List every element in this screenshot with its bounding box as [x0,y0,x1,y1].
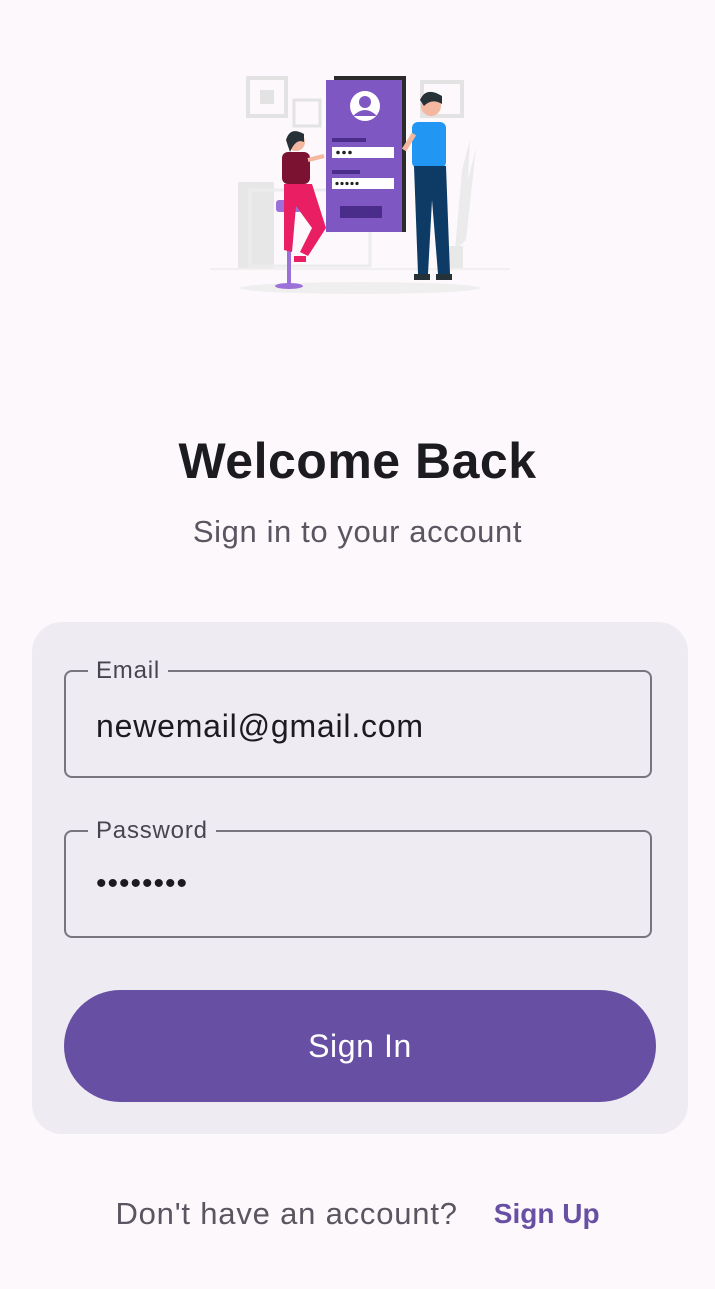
phone-dot [348,150,352,155]
floor-shadow [240,282,480,294]
frame-decoration [260,90,274,104]
man-shirt [412,122,446,168]
phone-button [340,206,382,218]
phone-input-box [332,147,394,158]
password-field-value[interactable]: •••••••• [96,864,188,904]
phone-label-line [332,170,360,174]
phone-dot [336,150,340,155]
sign-in-button[interactable]: Sign In [64,990,656,1102]
phone-dot [340,181,344,186]
phone-dot [342,150,346,155]
login-card: Email newemail@gmail.com Password ••••••… [32,622,688,1134]
page-subtitle: Sign in to your account [192,514,523,549]
woman-shirt [282,152,310,184]
stool-base [275,283,303,289]
phone-dot [345,181,349,186]
phone-dot [335,181,339,186]
woman-pants [284,184,326,256]
login-illustration [210,76,510,294]
phone-dot [350,181,354,186]
plant-decoration [455,140,476,250]
man-pants [414,166,450,274]
login-screen: Welcome Back Sign in to your account Ema… [0,0,715,1289]
password-field[interactable]: Password •••••••• [64,816,652,938]
signup-prompt-text: Don't have an account? [115,1196,458,1231]
email-field-value[interactable]: newemail@gmail.com [96,706,424,746]
password-field-label: Password [88,816,216,846]
page-title: Welcome Back [178,433,537,489]
man-shoe [414,274,430,280]
frame-decoration [292,98,322,128]
cabinet-decoration [238,182,274,268]
email-field[interactable]: Email newemail@gmail.com [64,656,652,778]
user-avatar-icon-head [359,96,371,108]
signup-prompt: Don't have an account? Sign Up [0,1190,715,1238]
sign-up-link[interactable]: Sign Up [494,1198,600,1230]
woman-shoe [294,256,306,262]
man-shoe [436,274,452,280]
email-field-label: Email [88,656,169,686]
phone-dot [355,181,359,186]
woman-arm [307,154,325,162]
phone-label-line [332,138,366,142]
